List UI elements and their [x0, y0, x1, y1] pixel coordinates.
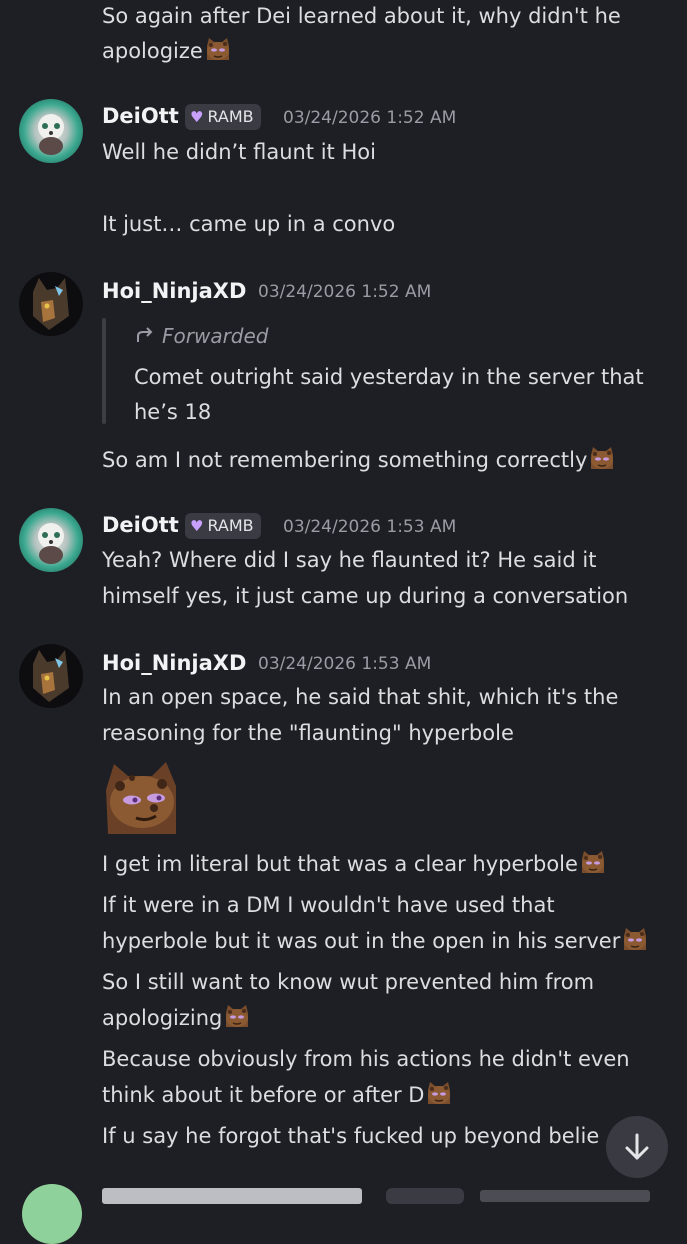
message-text: If it were in a DM I wouldn't have used … [102, 893, 555, 917]
avatar-image [38, 114, 64, 155]
username[interactable]: DeiOtt [102, 510, 179, 540]
message-text: So am I not remembering something correc… [102, 448, 588, 472]
message-text: think about it before or after D [102, 1083, 425, 1107]
message-text: It just… came up in a convo [102, 212, 396, 236]
username[interactable]: Hoi_NinjaXD [102, 276, 246, 306]
avatar[interactable] [19, 508, 83, 572]
forwarded-label: Forwarded [134, 324, 269, 348]
emoji-face-icon[interactable] [587, 443, 617, 473]
avatar[interactable] [19, 272, 83, 336]
forwarded-text: Comet outright said yesterday in the ser… [134, 365, 644, 389]
emoji-face-icon[interactable] [424, 1078, 454, 1108]
message-text-with-emoji: I get im literal but that was a clear hy… [102, 846, 608, 882]
forward-arrow-icon [137, 327, 153, 342]
message-text-with-emoji: So am I not remembering something correc… [102, 442, 617, 478]
timestamp-cut-off [480, 1190, 650, 1202]
timestamp: 03/24/2026 1:53 AM [283, 517, 457, 537]
message-text: Because obviously from his actions he di… [102, 1047, 630, 1071]
emoji-face-icon[interactable] [102, 756, 180, 834]
forward-bar [102, 318, 106, 424]
message-text: I get im literal but that was a clear hy… [102, 852, 578, 876]
scroll-to-bottom-button[interactable] [606, 1116, 668, 1178]
message-text: So I still want to know wut prevented hi… [102, 970, 595, 994]
username[interactable]: DeiOtt [102, 101, 179, 131]
heart-icon: ♥ [190, 517, 204, 535]
avatar-image [33, 278, 69, 330]
avatar[interactable] [19, 99, 83, 163]
username-cut-off [102, 1188, 362, 1204]
message-text-with-emoji: hyperbole but it was out in the open in … [102, 923, 650, 959]
emoji-face-icon[interactable] [222, 1001, 252, 1031]
emoji-face-icon[interactable] [203, 34, 233, 64]
timestamp: 03/24/2026 1:52 AM [283, 108, 457, 128]
emoji-face-icon[interactable] [578, 847, 608, 877]
message-text: himself yes, it just came up during a co… [102, 584, 629, 608]
avatar[interactable] [19, 644, 83, 708]
emoji-face-icon[interactable] [620, 924, 650, 954]
message-text: Well he didn’t flaunt it Hoi [102, 140, 376, 164]
role-tag-cut-off [386, 1188, 464, 1204]
avatar[interactable] [22, 1184, 82, 1244]
avatar-image [33, 650, 69, 702]
message-text-with-emoji: apologizing [102, 1000, 252, 1036]
forwarded-label-text: Forwarded [162, 324, 269, 348]
message-text: In an open space, he said that shit, whi… [102, 685, 619, 709]
arrow-down-icon [625, 1133, 649, 1160]
message-text-with-emoji: think about it before or after D [102, 1077, 454, 1113]
heart-icon: ♥ [190, 108, 204, 126]
username[interactable]: Hoi_NinjaXD [102, 648, 246, 678]
message-text: reasoning for the "flaunting" hyperbole [102, 721, 514, 745]
message-text-with-emoji: apologize [102, 33, 233, 69]
forwarded-text: he’s 18 [134, 400, 212, 424]
message-text: apologizing [102, 1006, 223, 1030]
message-text: So again after Dei learned about it, why… [102, 4, 621, 28]
message-text: Yeah? Where did I say he flaunted it? He… [102, 548, 597, 572]
timestamp: 03/24/2026 1:53 AM [258, 654, 432, 674]
role-tag-label: RAMB [207, 107, 254, 126]
message-text: apologize [102, 39, 203, 63]
timestamp: 03/24/2026 1:52 AM [258, 282, 432, 302]
avatar-image [38, 523, 64, 564]
role-tag[interactable]: ♥ RAMB [185, 513, 261, 539]
role-tag[interactable]: ♥ RAMB [185, 104, 261, 130]
message-text: If u say he forgot that's fucked up beyo… [102, 1124, 600, 1148]
message-text: hyperbole but it was out in the open in … [102, 929, 621, 953]
role-tag-label: RAMB [207, 516, 254, 535]
